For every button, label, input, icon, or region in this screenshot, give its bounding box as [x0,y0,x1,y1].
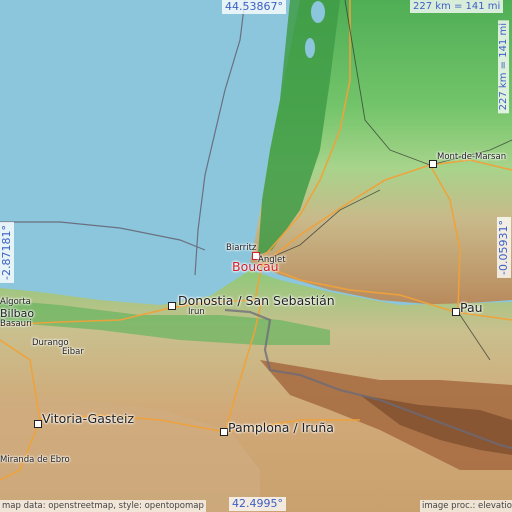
place-marker-vitoria[interactable] [34,420,42,428]
scale-horizontal-label: 227 km = 141 mi [410,0,504,13]
scale-vertical-label: 227 km = 141 mi [498,20,509,114]
longitude-right-label: -0.05931° [497,217,511,278]
place-marker-mont-de-marsan[interactable] [429,160,437,168]
place-label-irun: Irun [188,307,205,317]
place-label-anglet: Anglet [258,255,286,265]
place-label-miranda: Miranda de Ebro [0,455,70,465]
latitude-bottom-label: 42.4995° [229,497,286,511]
place-label-mont-de-marsan: Mont-de-Marsan [437,152,507,162]
place-label-basauri: Basauri [0,319,32,329]
latitude-top-label: 44.53867° [222,0,286,14]
place-label-vitoria: Vitoria-Gasteiz [42,411,135,426]
place-label-algorta: Algorta [0,297,31,307]
place-label-donostia: Donostia / San Sebastián [178,293,335,308]
topographic-map[interactable]: 44.53867° 42.4995° -2.87181° -0.05931° 2… [0,0,512,512]
longitude-left-label: -2.87181° [0,222,14,283]
place-label-eibar: Eibar [62,347,84,357]
place-label-pau: Pau [460,300,483,315]
image-attribution[interactable]: image proc.: elevation.city [420,500,512,512]
place-marker-pamplona[interactable] [220,428,228,436]
place-label-pamplona: Pamplona / Iruña [228,420,334,435]
place-marker-donostia[interactable] [168,302,176,310]
lagoon-1 [311,1,325,23]
place-marker-pau[interactable] [452,308,460,316]
map-attribution[interactable]: map data: openstreetmap, style: opentopo… [0,500,206,512]
place-label-biarritz: Biarritz [226,243,257,253]
lagoon-2 [305,38,315,58]
